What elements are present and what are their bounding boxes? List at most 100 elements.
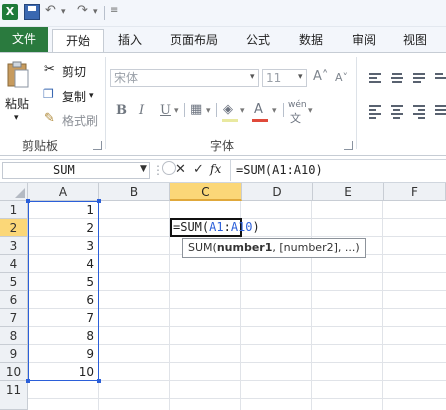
fill-color-swatch [222, 119, 238, 122]
cut-button[interactable]: 剪切 [62, 63, 86, 80]
range-handle[interactable] [97, 379, 101, 383]
edit-ref-start: A1 [209, 220, 224, 234]
name-box-dropdown-icon[interactable]: ▼ [140, 164, 147, 174]
row-header-1[interactable]: 1 [0, 201, 28, 219]
cell-a2[interactable]: 2 [28, 219, 99, 237]
range-handle[interactable] [97, 199, 101, 203]
select-all-corner[interactable] [0, 183, 28, 201]
insert-function-icon[interactable]: fx [210, 162, 221, 176]
font-size-dropdown-icon[interactable]: ▾ [298, 72, 303, 82]
range-handle[interactable] [26, 379, 30, 383]
tooltip-function[interactable]: SUM( [188, 241, 217, 254]
tab-home[interactable]: 开始 [52, 29, 104, 53]
row-header-2[interactable]: 2 [0, 219, 28, 237]
font-group-label: 字体 [210, 139, 235, 153]
format-painter-icon[interactable]: ✎ [44, 111, 55, 126]
align-right-icon[interactable] [413, 105, 425, 119]
bold-icon[interactable]: B [116, 103, 127, 118]
name-box[interactable]: SUM [2, 162, 150, 179]
row-header-4[interactable]: 4 [0, 255, 28, 273]
tab-insert[interactable]: 插入 [110, 29, 150, 51]
row-header-7[interactable]: 7 [0, 309, 28, 327]
tab-data[interactable]: 数据 [291, 29, 331, 51]
row-header-3[interactable]: 3 [0, 237, 28, 255]
row-header-5[interactable]: 5 [0, 273, 28, 291]
copy-dropdown-icon[interactable]: ▾ [89, 91, 94, 101]
cell-a1[interactable]: 1 [28, 201, 99, 219]
tab-view[interactable]: 视图 [395, 29, 435, 51]
column-header-e[interactable]: E [313, 183, 384, 201]
orientation-icon[interactable] [435, 73, 446, 83]
cell-a6[interactable]: 6 [28, 291, 99, 309]
cell-a10[interactable]: 10 [28, 363, 99, 381]
format-painter-button[interactable]: 格式刷 [62, 112, 98, 129]
borders-icon[interactable]: ▦ [190, 102, 202, 117]
column-header-a[interactable]: A [28, 183, 99, 201]
row-header-9[interactable]: 9 [0, 345, 28, 363]
align-center-icon[interactable] [391, 105, 403, 119]
borders-dropdown-icon[interactable]: ▾ [206, 106, 211, 116]
align-middle-icon[interactable] [391, 73, 403, 83]
row-header-11[interactable]: 11 [0, 381, 28, 410]
cancel-formula-icon[interactable]: ✕ [175, 162, 186, 177]
italic-icon[interactable]: I [139, 103, 144, 118]
paste-dropdown-icon[interactable]: ▾ [14, 113, 19, 123]
cell-a7[interactable]: 7 [28, 309, 99, 327]
font-dialog-launcher-icon[interactable] [344, 141, 353, 150]
row-header-10[interactable]: 10 [0, 363, 28, 381]
enter-formula-icon[interactable]: ✓ [193, 162, 204, 177]
cell-c2-editor[interactable]: =SUM(A1:A10) [170, 218, 260, 237]
font-name-select[interactable]: 宋体 [110, 69, 259, 87]
save-icon[interactable] [24, 4, 40, 20]
cell-a9[interactable]: 9 [28, 345, 99, 363]
fill-color-icon[interactable]: ◈ [223, 102, 233, 117]
underline-icon[interactable]: U [160, 103, 171, 118]
tab-page-layout[interactable]: 页面布局 [163, 29, 225, 51]
align-left-icon[interactable] [369, 105, 381, 119]
redo-dropdown-icon[interactable]: ▾ [93, 7, 98, 17]
phonetic-dropdown-icon[interactable]: ▾ [308, 106, 313, 116]
quick-access-toolbar: X ↶ ▾ ↷ ▾ ≡ [0, 0, 446, 27]
copy-icon[interactable]: ❐ [43, 87, 54, 101]
clipboard-group-label: 剪贴板 [22, 139, 59, 153]
align-bottom-icon[interactable] [413, 73, 425, 83]
toolbar-divider [104, 6, 105, 20]
clipboard-dialog-launcher-icon[interactable] [93, 141, 102, 150]
shrink-font-icon[interactable]: A˅ [335, 71, 348, 84]
redo-icon[interactable]: ↷ [77, 3, 88, 18]
grow-font-icon[interactable]: A˄ [313, 69, 328, 84]
cell-a3[interactable]: 3 [28, 237, 99, 255]
paste-button[interactable]: 粘贴 [5, 95, 29, 112]
formula-input[interactable]: =SUM(A1:A10) [236, 163, 323, 177]
copy-button[interactable]: 复制 [62, 88, 86, 105]
fill-color-dropdown-icon[interactable]: ▾ [240, 106, 245, 116]
tab-formulas[interactable]: 公式 [238, 29, 278, 51]
cell-a4[interactable]: 4 [28, 255, 99, 273]
undo-icon[interactable]: ↶ [45, 3, 56, 18]
decrease-indent-icon[interactable] [435, 105, 446, 115]
underline-dropdown-icon[interactable]: ▾ [174, 106, 179, 116]
row-header-6[interactable]: 6 [0, 291, 28, 309]
edit-ref-end: A10 [230, 220, 253, 234]
column-header-f[interactable]: F [384, 183, 446, 201]
column-header-d[interactable]: D [242, 183, 313, 201]
tab-review[interactable]: 审阅 [344, 29, 384, 51]
cut-icon[interactable]: ✂ [44, 62, 55, 77]
align-top-icon[interactable] [369, 73, 381, 83]
undo-dropdown-icon[interactable]: ▾ [61, 7, 66, 17]
paste-icon[interactable] [6, 61, 30, 89]
phonetic-icon[interactable]: wén [288, 100, 307, 110]
cell-a8[interactable]: 8 [28, 327, 99, 345]
font-color-dropdown-icon[interactable]: ▾ [272, 106, 277, 116]
font-divider [216, 103, 217, 117]
row-header-8[interactable]: 8 [0, 327, 28, 345]
range-handle[interactable] [26, 199, 30, 203]
tooltip-arg-current[interactable]: number1 [217, 241, 273, 254]
customize-toolbar-icon[interactable]: ≡ [110, 5, 118, 16]
font-color-icon[interactable]: A [254, 102, 263, 117]
font-name-dropdown-icon[interactable]: ▾ [250, 72, 255, 82]
tab-file[interactable]: 文件 [0, 27, 48, 52]
column-header-c[interactable]: C [170, 183, 242, 201]
cell-a5[interactable]: 5 [28, 273, 99, 291]
column-header-b[interactable]: B [99, 183, 170, 201]
